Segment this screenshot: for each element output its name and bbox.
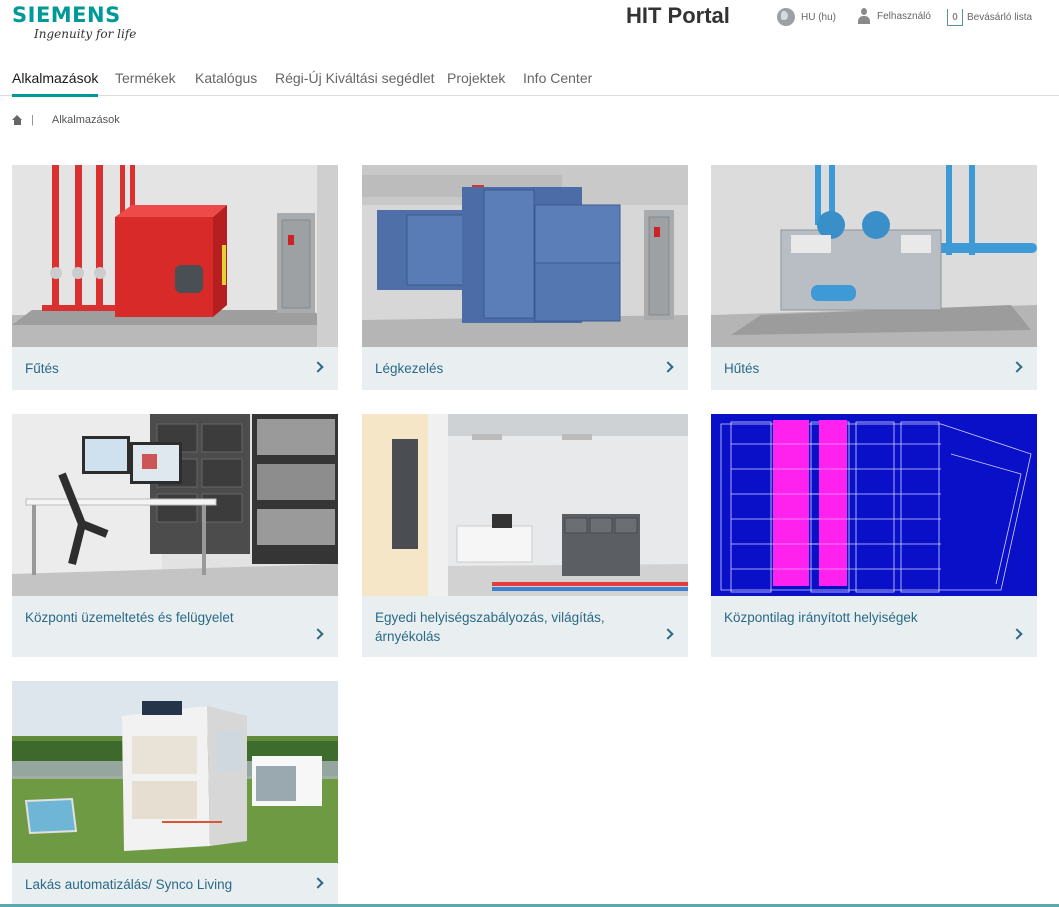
card-label-kozponti-uzemeltetes: Központi üzemeltetés és felügyelet bbox=[25, 610, 234, 625]
chevron-right-icon bbox=[312, 877, 324, 889]
card-image-hutes bbox=[711, 165, 1037, 347]
main-nav: Alkalmazások Termékek Katalógus Régi-Új … bbox=[0, 68, 1059, 97]
chevron-right-icon bbox=[662, 361, 674, 373]
card-image-futes bbox=[12, 165, 338, 347]
card-label-hutes: Hűtés bbox=[724, 361, 760, 376]
cart-count-badge: 0 bbox=[947, 9, 963, 26]
card-image-legkezeles bbox=[362, 165, 688, 347]
page-title: HIT Portal bbox=[626, 3, 730, 28]
logo-tagline: Ingenuity for life bbox=[34, 27, 137, 41]
card-label-egyedi-helyisegszabalyozas: Egyedi helyiségszabályozás, világítás, á… bbox=[375, 610, 605, 644]
chevron-right-icon bbox=[312, 361, 324, 373]
nav-item-katalogus[interactable]: Katalógus bbox=[195, 70, 257, 94]
chevron-right-icon bbox=[1011, 628, 1023, 640]
chevron-right-icon bbox=[1011, 361, 1023, 373]
card-label-legkezeles: Légkezelés bbox=[375, 361, 444, 376]
card-label-kozpontilag-iranyitott: Központilag irányított helyiségek bbox=[724, 610, 918, 625]
card-lakas-automatizalas[interactable]: Lakás automatizálás/ Synco Living bbox=[12, 681, 338, 904]
card-futes[interactable]: Fűtés bbox=[12, 165, 338, 390]
header: SIEMENS Ingenuity for life HIT Portal HU… bbox=[0, 0, 1059, 60]
card-image-kozponti-uzemeltetes bbox=[12, 414, 338, 596]
siemens-logo[interactable]: SIEMENS Ingenuity for life bbox=[12, 4, 136, 41]
chevron-right-icon bbox=[662, 628, 674, 640]
card-label-futes: Fűtés bbox=[25, 361, 59, 376]
card-image-lakas-automatizalas bbox=[12, 681, 338, 863]
nav-item-regi-uj[interactable]: Régi-Új Kiváltási segédlet bbox=[275, 70, 435, 94]
globe-icon bbox=[777, 8, 795, 26]
card-image-egyedi-helyisegszabalyozas bbox=[362, 414, 688, 596]
language-label: HU (hu) bbox=[801, 11, 837, 23]
nav-item-alkalmazasok[interactable]: Alkalmazások bbox=[12, 70, 99, 97]
user-icon bbox=[857, 8, 871, 24]
card-kozpontilag-iranyitott[interactable]: Központilag irányított helyiségek bbox=[711, 414, 1037, 657]
user-menu[interactable]: Felhasználó bbox=[857, 8, 931, 24]
breadcrumb: | Alkalmazások bbox=[12, 114, 120, 126]
home-icon[interactable] bbox=[12, 115, 23, 125]
chevron-right-icon bbox=[312, 628, 324, 640]
card-kozponti-uzemeltetes[interactable]: Központi üzemeltetés és felügyelet bbox=[12, 414, 338, 657]
card-legkezeles[interactable]: Légkezelés bbox=[362, 165, 688, 390]
shopping-list-label: Bevásárló lista bbox=[967, 12, 1033, 23]
card-hutes[interactable]: Hűtés bbox=[711, 165, 1037, 390]
card-label-lakas-automatizalas: Lakás automatizálás/ Synco Living bbox=[25, 877, 233, 892]
card-egyedi-helyisegszabalyozas[interactable]: Egyedi helyiségszabályozás, világítás, á… bbox=[362, 414, 688, 657]
shopping-list[interactable]: 0 Bevásárló lista bbox=[947, 9, 1032, 26]
nav-item-termekek[interactable]: Termékek bbox=[115, 70, 176, 94]
nav-item-projektek[interactable]: Projektek bbox=[447, 70, 505, 94]
breadcrumb-current: Alkalmazások bbox=[51, 114, 120, 126]
language-selector[interactable]: HU (hu) bbox=[777, 8, 836, 26]
nav-item-info-center[interactable]: Info Center bbox=[523, 70, 592, 94]
user-label: Felhasználó bbox=[877, 10, 931, 22]
card-image-kozpontilag-iranyitott bbox=[711, 414, 1037, 596]
breadcrumb-separator: | bbox=[31, 114, 34, 126]
logo-wordmark: SIEMENS bbox=[12, 3, 121, 27]
